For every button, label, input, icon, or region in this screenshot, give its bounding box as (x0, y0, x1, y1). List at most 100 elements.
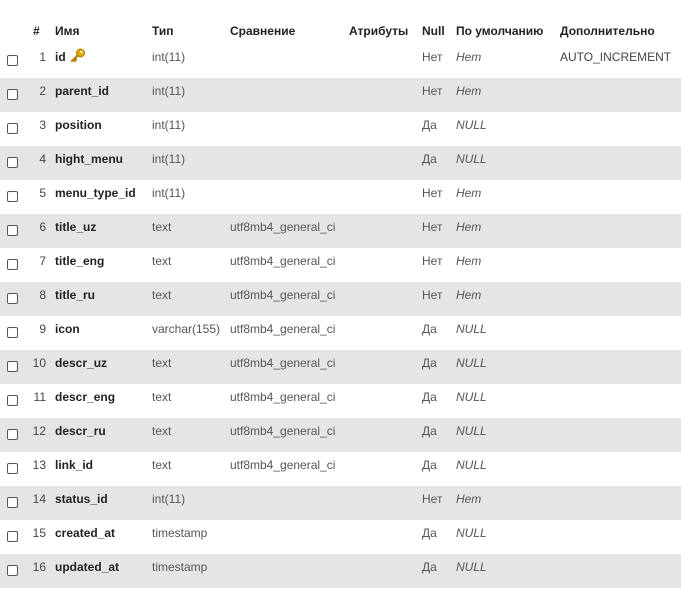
key-icon (70, 48, 86, 65)
column-name[interactable]: title_eng (55, 254, 104, 268)
column-default: NULL (456, 356, 487, 370)
header-type[interactable]: Тип (152, 24, 174, 38)
row-checkbox[interactable] (7, 55, 18, 66)
column-name-text[interactable]: icon (55, 322, 80, 336)
header-name[interactable]: Имя (55, 24, 80, 38)
table-row: 4 hight_menu int(11) Да NULL (0, 146, 681, 180)
column-name[interactable]: status_id (55, 492, 108, 506)
row-number: 2 (39, 84, 46, 98)
table-header: # Имя Тип Сравнение Атрибуты Null По умо… (0, 0, 681, 44)
row-checkbox[interactable] (7, 191, 18, 202)
row-checkbox[interactable] (7, 327, 18, 338)
row-number: 13 (32, 458, 46, 472)
column-null: Да (422, 356, 437, 370)
table-row: 9 icon varchar(155) utf8mb4_general_ci Д… (0, 316, 681, 350)
row-checkbox[interactable] (7, 89, 18, 100)
column-name-text[interactable]: position (55, 118, 102, 132)
column-name-text[interactable]: menu_type_id (55, 186, 136, 200)
row-number: 16 (32, 560, 46, 574)
column-default: Нет (456, 220, 482, 234)
column-default: NULL (456, 152, 487, 166)
column-name[interactable]: created_at (55, 526, 115, 540)
column-name[interactable]: id (55, 48, 86, 65)
column-collation: utf8mb4_general_ci (230, 322, 336, 336)
header-default[interactable]: По умолчанию (456, 24, 543, 38)
column-extra: AUTO_INCREMENT (560, 50, 672, 64)
row-checkbox[interactable] (7, 293, 18, 304)
column-default: NULL (456, 560, 487, 574)
row-number: 6 (39, 220, 46, 234)
row-checkbox[interactable] (7, 565, 18, 576)
column-type: text (152, 220, 172, 234)
column-default: NULL (456, 458, 487, 472)
row-checkbox[interactable] (7, 497, 18, 508)
column-default: Нет (456, 186, 482, 200)
column-null: Нет (422, 84, 443, 98)
column-name-text[interactable]: descr_ru (55, 424, 106, 438)
column-null: Нет (422, 492, 443, 506)
row-checkbox[interactable] (7, 157, 18, 168)
table-row: 13 link_id text utf8mb4_general_ci Да NU… (0, 452, 681, 486)
column-name[interactable]: position (55, 118, 102, 132)
column-name-text[interactable]: title_ru (55, 288, 95, 302)
column-name-text[interactable]: title_eng (55, 254, 104, 268)
row-checkbox[interactable] (7, 531, 18, 542)
column-null: Да (422, 560, 437, 574)
column-name-text[interactable]: created_at (55, 526, 115, 540)
column-name[interactable]: title_ru (55, 288, 95, 302)
column-collation: utf8mb4_general_ci (230, 220, 336, 234)
table-row: 14 status_id int(11) Нет Нет (0, 486, 681, 520)
column-default: NULL (456, 424, 487, 438)
column-type: timestamp (152, 526, 208, 540)
column-default: Нет (456, 50, 482, 64)
header-attributes[interactable]: Атрибуты (349, 24, 408, 38)
row-number: 15 (32, 526, 46, 540)
column-null: Нет (422, 288, 443, 302)
table-row: 7 title_eng text utf8mb4_general_ci Нет … (0, 248, 681, 282)
row-checkbox[interactable] (7, 259, 18, 270)
table-row: 8 title_ru text utf8mb4_general_ci Нет Н… (0, 282, 681, 316)
header-collation[interactable]: Сравнение (230, 24, 295, 38)
column-name-text[interactable]: link_id (55, 458, 93, 472)
column-name[interactable]: updated_at (55, 560, 119, 574)
row-number: 8 (39, 288, 46, 302)
table-row: 16 updated_at timestamp Да NULL (0, 554, 681, 588)
row-checkbox[interactable] (7, 225, 18, 236)
column-name-text[interactable]: status_id (55, 492, 108, 506)
column-name-text[interactable]: parent_id (55, 84, 109, 98)
column-null: Нет (422, 220, 443, 234)
column-type: int(11) (152, 152, 186, 166)
column-name-text[interactable]: descr_eng (55, 390, 115, 404)
column-name-text[interactable]: descr_uz (55, 356, 107, 370)
table-body: 1 id int(11) Нет Нет AUTO_INCREMENT 2 pa… (0, 44, 681, 588)
table-row: 15 created_at timestamp Да NULL (0, 520, 681, 554)
column-name[interactable]: descr_uz (55, 356, 107, 370)
header-null[interactable]: Null (422, 24, 445, 38)
row-checkbox[interactable] (7, 463, 18, 474)
table-row: 3 position int(11) Да NULL (0, 112, 681, 146)
column-type: text (152, 424, 172, 438)
column-name-text[interactable]: title_uz (55, 220, 96, 234)
column-name[interactable]: menu_type_id (55, 186, 136, 200)
row-checkbox[interactable] (7, 429, 18, 440)
column-name-text[interactable]: hight_menu (55, 152, 123, 166)
column-name[interactable]: parent_id (55, 84, 109, 98)
column-name[interactable]: descr_ru (55, 424, 106, 438)
column-name[interactable]: hight_menu (55, 152, 123, 166)
structure-table: # Имя Тип Сравнение Атрибуты Null По умо… (0, 0, 681, 588)
column-name[interactable]: descr_eng (55, 390, 115, 404)
column-null: Да (422, 118, 437, 132)
column-name[interactable]: title_uz (55, 220, 96, 234)
column-collation: utf8mb4_general_ci (230, 254, 336, 268)
row-checkbox[interactable] (7, 361, 18, 372)
column-name[interactable]: link_id (55, 458, 93, 472)
header-extra[interactable]: Дополнительно (560, 24, 655, 38)
row-checkbox[interactable] (7, 395, 18, 406)
table-row: 5 menu_type_id int(11) Нет Нет (0, 180, 681, 214)
row-checkbox[interactable] (7, 123, 18, 134)
column-name[interactable]: icon (55, 322, 80, 336)
column-name-text[interactable]: id (55, 50, 66, 64)
column-name-text[interactable]: updated_at (55, 560, 119, 574)
row-number: 1 (39, 50, 46, 64)
column-null: Нет (422, 186, 443, 200)
